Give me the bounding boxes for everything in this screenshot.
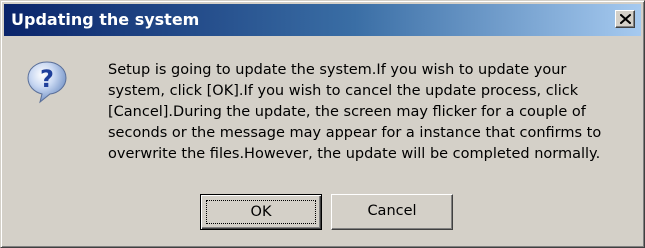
title-bar[interactable]: Updating the system xyxy=(4,4,641,36)
dialog-title: Updating the system xyxy=(11,10,200,29)
message-line: [Cancel].During the update, the screen m… xyxy=(108,104,586,120)
ok-button[interactable]: OK xyxy=(200,194,322,230)
close-icon xyxy=(620,14,631,24)
question-icon: ? xyxy=(27,61,67,104)
message-line: overwrite the files.However, the update … xyxy=(108,146,601,162)
message-line: seconds or the message may appear for a … xyxy=(108,125,602,141)
close-button[interactable] xyxy=(615,10,635,28)
dialog-window: Updating the system ? Setup is going to … xyxy=(0,0,645,248)
message-text: Setup is going to update the system.If y… xyxy=(108,60,638,165)
cancel-button[interactable]: Cancel xyxy=(331,194,453,230)
ok-button-label: OK xyxy=(206,200,316,224)
message-line: system, click [OK].If you wish to cancel… xyxy=(108,83,579,99)
message-line: Setup is going to update the system.If y… xyxy=(108,62,567,78)
svg-text:?: ? xyxy=(40,65,54,93)
